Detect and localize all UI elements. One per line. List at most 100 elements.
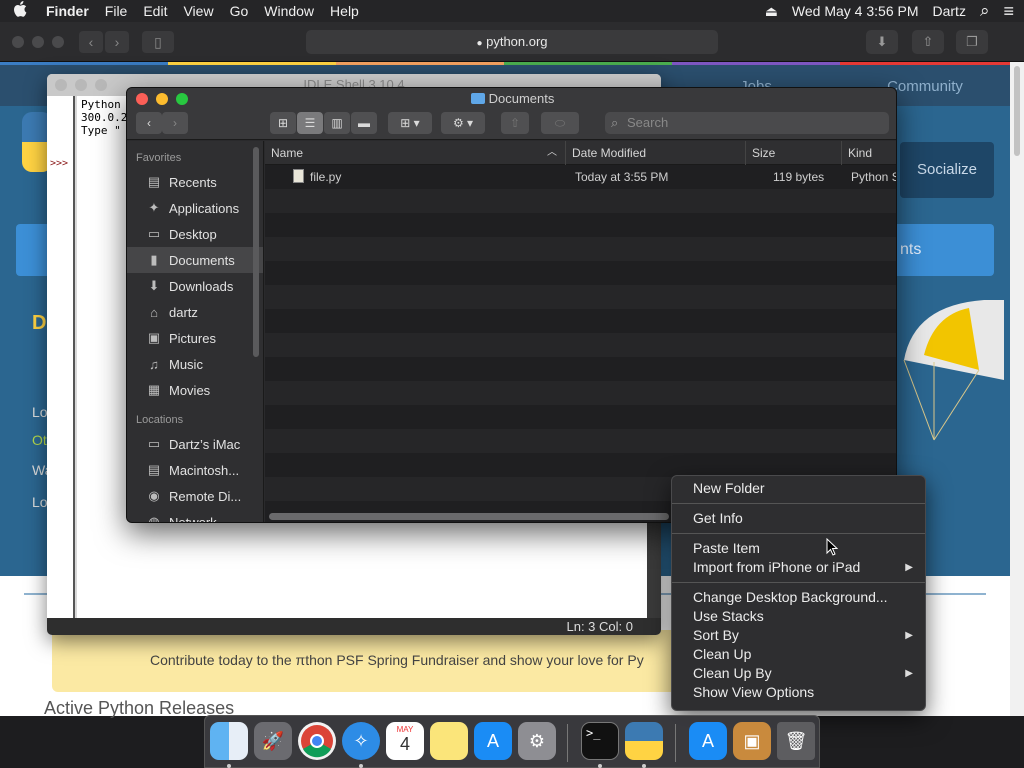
safari-back-icon[interactable]: ‹ <box>79 31 103 53</box>
column-header-size[interactable]: Size <box>745 141 841 165</box>
list-view-icon[interactable]: ☰ <box>297 112 323 134</box>
python-file-icon <box>293 169 304 183</box>
idle-minimize-button[interactable] <box>75 79 87 91</box>
safari-forward-icon[interactable]: › <box>105 31 129 53</box>
folder-icon <box>470 93 485 104</box>
menu-window[interactable]: Window <box>256 3 322 19</box>
sidebar-item-downloads[interactable]: ⬇ Downloads <box>127 273 263 299</box>
dock-chrome-icon[interactable] <box>298 722 336 760</box>
sidebar-item-network[interactable]: ◍ Network <box>127 509 263 522</box>
safari-minimize-button[interactable] <box>32 36 44 48</box>
socialize-button[interactable]: Socialize <box>900 142 994 198</box>
sidebar-toggle-icon[interactable]: ▯ <box>142 31 174 53</box>
column-header-date[interactable]: Date Modified <box>565 141 745 165</box>
column-header-name[interactable]: Name ︿ <box>265 141 565 165</box>
column-header-kind[interactable]: Kind <box>841 141 896 165</box>
menu-item-clean-up-by[interactable]: Clean Up By ▶ <box>672 664 925 683</box>
dock-notes-icon[interactable] <box>430 722 468 760</box>
sidebar-item-home[interactable]: ⌂ dartz <box>127 299 263 325</box>
forward-button[interactable]: › <box>162 112 188 134</box>
icon-view-icon[interactable]: ⊞ <box>270 112 296 134</box>
sidebar-item-applications[interactable]: ✦ Applications <box>127 195 263 221</box>
computer-icon: ▭ <box>147 436 161 451</box>
back-button[interactable]: ‹ <box>136 112 162 134</box>
eject-icon[interactable]: ⏏ <box>765 3 778 20</box>
lock-icon: ● <box>476 38 483 49</box>
sidebar-item-movies[interactable]: ▦ Movies <box>127 377 263 403</box>
menu-app-finder[interactable]: Finder <box>40 3 97 19</box>
sidebar-item-documents[interactable]: ▮ Documents <box>127 247 263 273</box>
menubar: Finder File Edit View Go Window Help ⏏ W… <box>0 0 1024 22</box>
spotlight-search-icon[interactable]: ⌕ <box>980 1 990 21</box>
sidebar-scrollbar[interactable] <box>253 147 259 357</box>
dock-downloads-stack-icon[interactable]: A <box>689 722 727 760</box>
sidebar-item-pictures[interactable]: ▣ Pictures <box>127 325 263 351</box>
menu-item-use-stacks[interactable]: Use Stacks <box>672 607 925 626</box>
sidebar-item-recents[interactable]: ▤ Recents <box>127 169 263 195</box>
dock-safari-icon[interactable]: ✧ <box>342 722 380 760</box>
sidebar-item-imac[interactable]: ▭ Dartz’s iMac <box>127 431 263 457</box>
dock-idle-icon[interactable] <box>625 722 663 760</box>
tags-icon[interactable]: ⬭ <box>541 112 579 134</box>
dock-app-store-icon[interactable]: A <box>474 722 512 760</box>
idle-prompt: >>> <box>50 158 69 169</box>
safari-close-button[interactable] <box>12 36 24 48</box>
menu-item-new-folder[interactable]: New Folder <box>672 479 925 498</box>
menubar-clock[interactable]: Wed May 4 3:56 PM <box>792 3 919 19</box>
menu-help[interactable]: Help <box>322 3 367 19</box>
dock-system-preferences-icon[interactable]: ⚙ <box>518 722 556 760</box>
dock-calendar-icon[interactable]: MAY 4 <box>386 722 424 760</box>
menu-item-paste-item[interactable]: Paste Item <box>672 539 925 558</box>
safari-zoom-button[interactable] <box>52 36 64 48</box>
gallery-view-icon[interactable]: ▬ <box>351 112 377 134</box>
menu-item-sort-by[interactable]: Sort By ▶ <box>672 626 925 645</box>
dock-trash-icon[interactable]: 🗑 <box>777 722 815 760</box>
file-list: Name ︿ Date Modified Size Kind file.py To… <box>265 141 896 522</box>
downloads-icon[interactable]: ⬇ <box>866 30 898 54</box>
documents-icon: ▮ <box>150 252 158 267</box>
donate-banner[interactable]: Contribute today to the πthon PSF Spring… <box>52 630 722 692</box>
mouse-cursor-icon <box>826 538 838 556</box>
dock-launchpad-icon[interactable]: 🚀 <box>254 722 292 760</box>
finder-search-input[interactable]: ⌕ Search <box>605 112 889 134</box>
safari-scrollbar[interactable] <box>1010 62 1024 716</box>
list-stripe <box>265 309 896 333</box>
menu-edit[interactable]: Edit <box>135 3 175 19</box>
menu-item-show-view-options[interactable]: Show View Options <box>672 683 925 702</box>
menu-item-import-from-iphone[interactable]: Import from iPhone or iPad ▶ <box>672 558 925 577</box>
menu-file[interactable]: File <box>97 3 136 19</box>
address-bar[interactable]: ● python.org <box>306 30 718 54</box>
notification-center-icon[interactable]: ≡ <box>1003 1 1014 22</box>
sidebar-item-macintosh-hd[interactable]: ▤ Macintosh... <box>127 457 263 483</box>
list-stripe <box>265 381 896 405</box>
share-icon[interactable]: ⇧ <box>501 112 529 134</box>
dock-archive-icon[interactable]: ▣ <box>733 722 771 760</box>
dock-running-indicator <box>359 764 363 768</box>
sidebar-item-music[interactable]: ♫ Music <box>127 351 263 377</box>
list-stripe <box>265 261 896 285</box>
group-by-icon[interactable]: ⊞ ▾ <box>388 112 432 134</box>
sidebar-item-desktop[interactable]: ▭ Desktop <box>127 221 263 247</box>
tabs-overview-icon[interactable]: ❐ <box>956 30 988 54</box>
dock-running-indicator <box>227 764 231 768</box>
dock-finder-icon[interactable] <box>210 722 248 760</box>
menubar-user[interactable]: Dartz <box>933 3 966 19</box>
horizontal-scrollbar[interactable] <box>269 513 669 520</box>
share-icon[interactable]: ⇧ <box>912 30 944 54</box>
idle-zoom-button[interactable] <box>95 79 107 91</box>
dock-terminal-icon[interactable]: >_ <box>581 722 619 760</box>
site-snippet-3[interactable]: Ot <box>32 432 47 448</box>
column-view-icon[interactable]: ▥ <box>324 112 350 134</box>
apple-menu-icon[interactable] <box>0 1 40 21</box>
list-stripe <box>265 453 896 477</box>
menu-item-clean-up[interactable]: Clean Up <box>672 645 925 664</box>
menu-go[interactable]: Go <box>222 3 257 19</box>
sidebar-item-remote-disc[interactable]: ◉ Remote Di... <box>127 483 263 509</box>
idle-close-button[interactable] <box>55 79 67 91</box>
parachute-illustration <box>903 300 1004 441</box>
action-gear-icon[interactable]: ⚙ ▾ <box>441 112 485 134</box>
finder-title: Documents <box>127 91 896 106</box>
menu-view[interactable]: View <box>175 3 221 19</box>
menu-item-change-desktop-background[interactable]: Change Desktop Background... <box>672 588 925 607</box>
menu-item-get-info[interactable]: Get Info <box>672 509 925 528</box>
